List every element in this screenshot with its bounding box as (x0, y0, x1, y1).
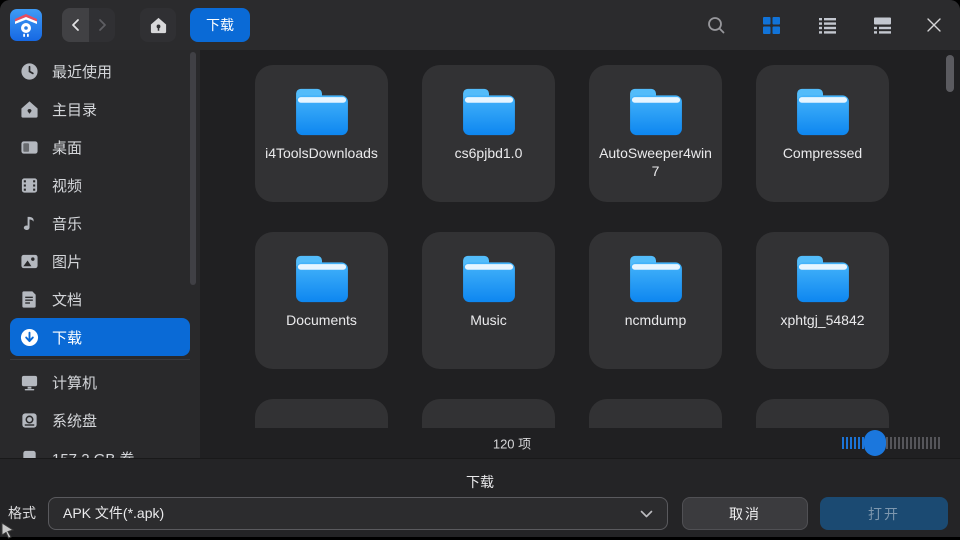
folder-tile[interactable]: Documents (255, 232, 388, 369)
forward-icon (93, 16, 111, 34)
sidebar-item-label: 桌面 (52, 137, 82, 158)
mouse-cursor (0, 521, 16, 539)
file-grid-area: i4ToolsDownloads cs6pjbd1.0 AutoSweeper4… (200, 50, 960, 458)
folder-name: Compressed (766, 145, 880, 163)
folder-name: Music (432, 312, 546, 330)
sidebar-item-label: 文档 (52, 289, 82, 310)
folder-name: i4ToolsDownloads (265, 145, 379, 163)
sidebar-item-label: 主目录 (52, 99, 97, 120)
sidebar-item[interactable]: 系统盘 (10, 401, 190, 439)
file-dialog-window: 下载 (0, 0, 960, 537)
sidebar-item[interactable]: 计算机 (10, 363, 190, 401)
format-dropdown[interactable]: APK 文件(*.apk) (48, 497, 668, 530)
folder-tile[interactable]: ncmdump (589, 232, 722, 369)
grid-view-button[interactable] (761, 15, 781, 35)
cancel-button[interactable]: 取消 (682, 497, 808, 530)
search-icon (706, 15, 726, 35)
folder-icon (458, 254, 520, 304)
sidebar-item-label: 音乐 (52, 213, 82, 234)
open-button[interactable]: 打开 (820, 497, 948, 530)
folder-tile[interactable]: Music (422, 232, 555, 369)
status-bar: 120 项 (200, 428, 960, 458)
list-view-button[interactable] (817, 15, 837, 35)
close-button[interactable] (924, 15, 944, 35)
slider-thumb[interactable] (864, 430, 886, 456)
back-button[interactable] (62, 8, 89, 42)
folder-icon (291, 254, 353, 304)
sidebar-item-icon (20, 176, 39, 195)
sidebar-item-label: 下载 (52, 327, 82, 348)
slider-ticks-empty (886, 437, 942, 449)
sidebar-item[interactable]: 桌面 (10, 128, 190, 166)
sidebar-item-label: 图片 (52, 251, 82, 272)
sidebar-group-1: 最近使用 主目录 桌面 视频 音 (0, 52, 200, 356)
sidebar-item[interactable]: 图片 (10, 242, 190, 280)
sidebar-item-icon (20, 100, 39, 119)
sidebar-item-label: 系统盘 (52, 410, 97, 431)
folder-tile[interactable]: i4ToolsDownloads (255, 65, 388, 202)
sidebar-item-icon (20, 290, 39, 309)
sidebar-item-icon (20, 252, 39, 271)
chevron-down-icon (640, 510, 653, 519)
sidebar-item-icon (20, 62, 39, 81)
grid-view-icon (762, 16, 781, 35)
sidebar-item-icon (20, 138, 39, 157)
folder-icon (625, 254, 687, 304)
home-button[interactable] (140, 8, 176, 42)
app-icon (10, 9, 42, 41)
folder-tile[interactable]: AutoSweeper4win7 (589, 65, 722, 202)
dialog-footer: 下载 格式 APK 文件(*.apk) 取消 打开 (0, 458, 960, 537)
folder-name: AutoSweeper4win7 (599, 145, 713, 180)
sidebar-item[interactable]: 文档 (10, 280, 190, 318)
folder-tile[interactable]: cs6pjbd1.0 (422, 65, 555, 202)
slider-ticks-filled (842, 437, 864, 449)
titlebar: 下载 (0, 0, 960, 50)
back-icon (67, 16, 85, 34)
folder-name: cs6pjbd1.0 (432, 145, 546, 163)
sidebar-item-icon (20, 373, 39, 392)
sidebar-item-label: 最近使用 (52, 61, 112, 82)
folder-icon (792, 254, 854, 304)
close-icon (925, 16, 943, 34)
main-scrollbar[interactable] (946, 55, 954, 92)
folder-icon (792, 87, 854, 137)
detail-view-icon (873, 16, 892, 35)
sidebar-item-icon (20, 214, 39, 233)
sidebar-item-icon (20, 328, 39, 347)
folder-name: ncmdump (599, 312, 713, 330)
sidebar-item[interactable]: 音乐 (10, 204, 190, 242)
sidebar-item[interactable]: 下载 (10, 318, 190, 356)
sidebar-separator (10, 359, 190, 360)
sidebar: 最近使用 主目录 桌面 视频 音 (0, 50, 200, 458)
sidebar-item[interactable]: 最近使用 (10, 52, 190, 90)
sidebar-item-label: 视频 (52, 175, 82, 196)
folder-name: Documents (265, 312, 379, 330)
sidebar-scrollbar[interactable] (190, 52, 196, 285)
forward-button[interactable] (89, 8, 115, 42)
home-icon (149, 16, 168, 35)
folder-tile[interactable]: xphtgj_54842 (756, 232, 889, 369)
sidebar-item[interactable]: 视频 (10, 166, 190, 204)
list-view-icon (818, 16, 837, 35)
item-count: 120 项 (493, 434, 531, 453)
folder-icon (291, 87, 353, 137)
format-value: APK 文件(*.apk) (63, 505, 164, 521)
search-button[interactable] (706, 15, 726, 35)
sidebar-item-icon (20, 411, 39, 430)
path-tab-downloads[interactable]: 下载 (190, 8, 250, 42)
icon-size-slider[interactable] (842, 430, 942, 456)
sidebar-item-label: 计算机 (52, 372, 97, 393)
folder-tile[interactable]: Compressed (756, 65, 889, 202)
folder-icon (625, 87, 687, 137)
folder-name: xphtgj_54842 (766, 312, 880, 330)
dialog-title: 下载 (0, 472, 960, 492)
detail-view-button[interactable] (872, 15, 892, 35)
sidebar-item[interactable]: 主目录 (10, 90, 190, 128)
folder-icon (458, 87, 520, 137)
